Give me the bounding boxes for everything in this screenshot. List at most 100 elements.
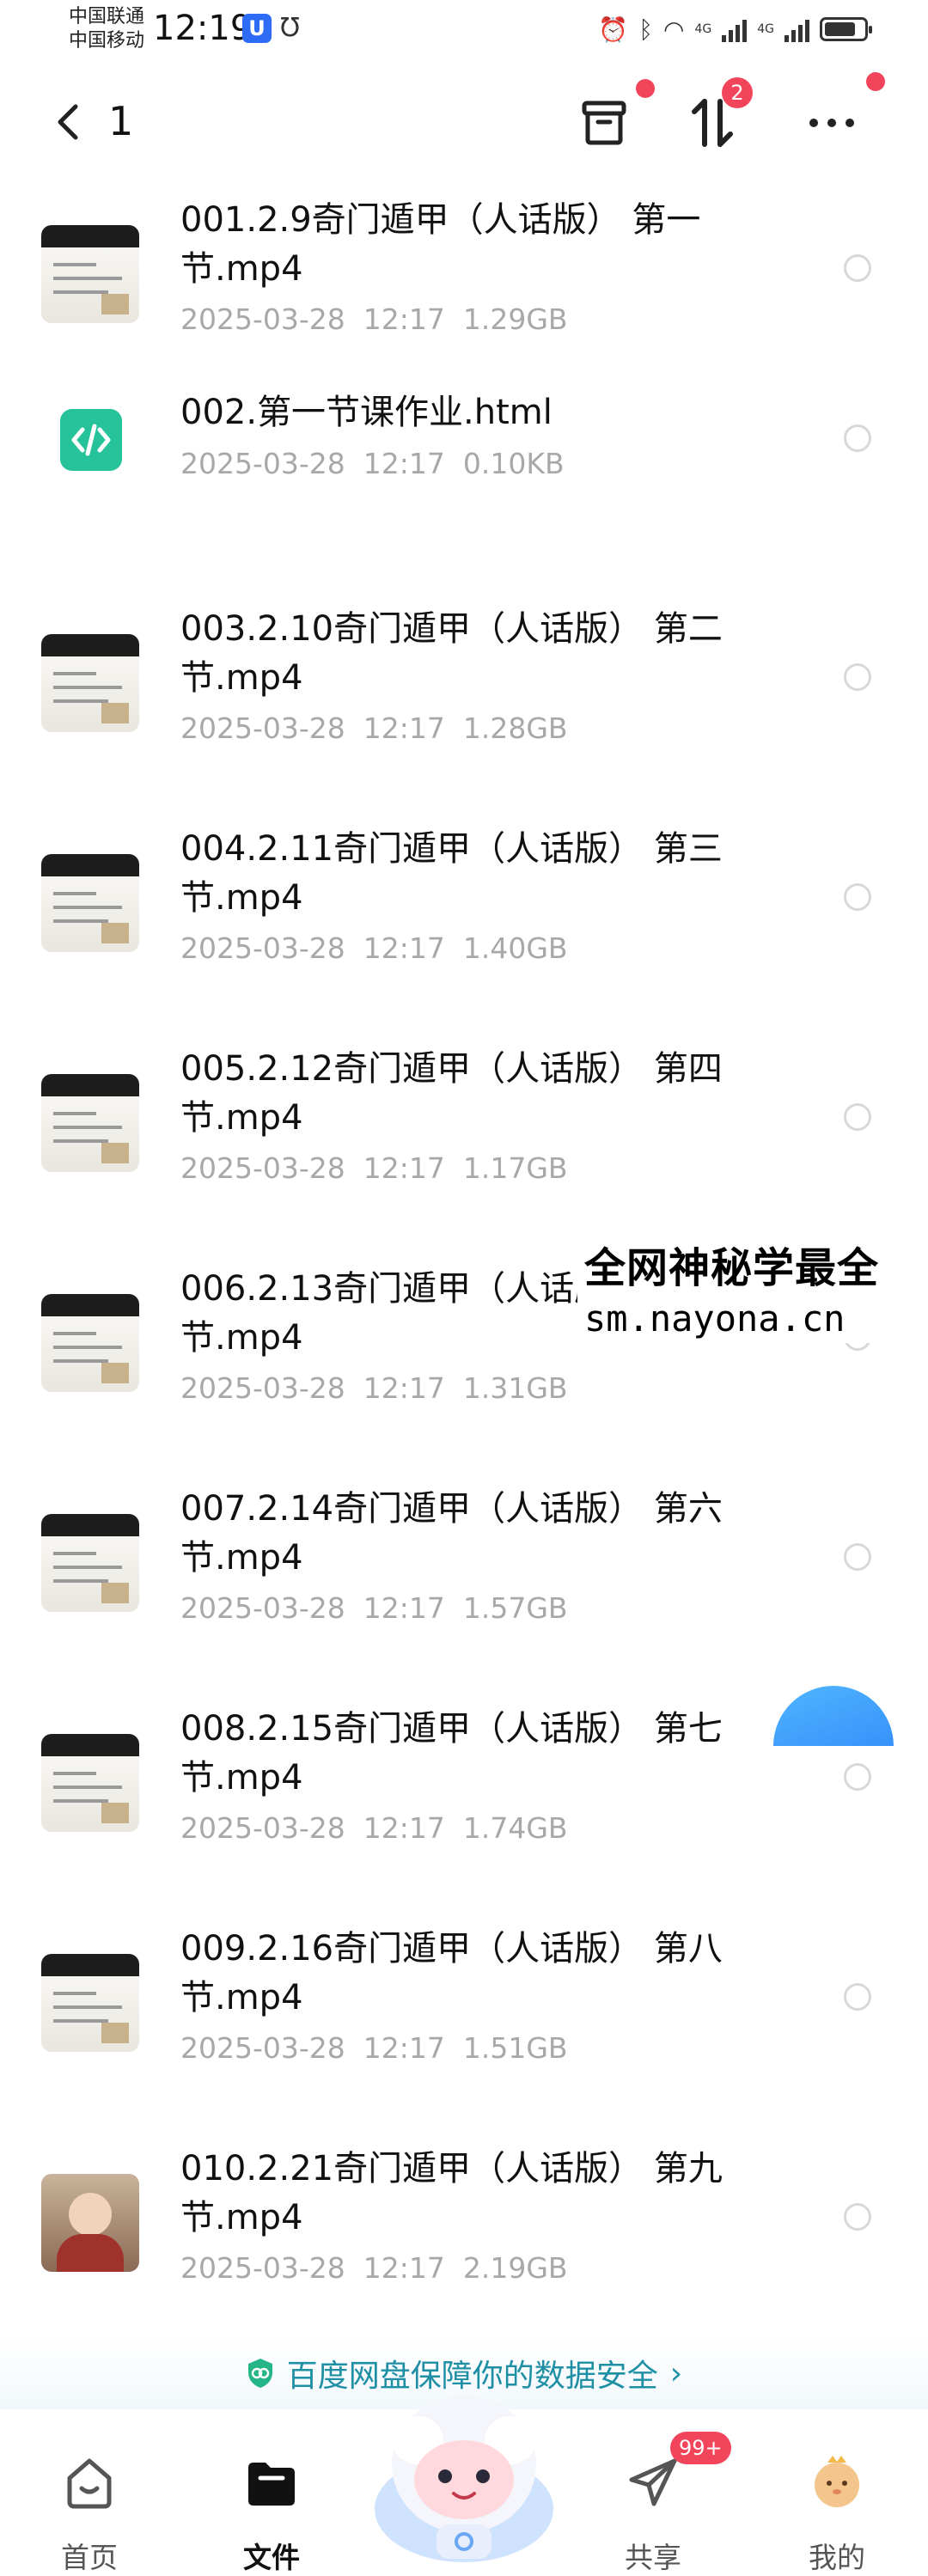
file-name: 009.2.16奇门遁甲（人话版） 第八节.mp4 [180,1929,723,2017]
file-size: 1.40GB [462,931,568,965]
select-radio[interactable] [844,2203,871,2231]
select-radio[interactable] [844,1763,871,1791]
avatar-icon [815,2456,859,2507]
assistant-mascot-button[interactable] [369,2380,559,2569]
archive-red-dot [636,79,655,98]
file-name: 003.2.10奇门遁甲（人话版） 第二节.mp4 [180,609,723,698]
video-thumbnail [41,1074,139,1172]
file-date: 2025-03-28 [180,2031,345,2065]
archive-box-icon[interactable] [576,95,632,151]
watermark-line-1: 全网神秘学最全 [584,1244,880,1292]
video-thumbnail [41,1294,139,1392]
carrier-2: 中国移动 [69,30,145,52]
file-meta: 2025-03-28 12:17 1.31GB [180,1371,568,1405]
notification-app-icon: U [242,14,272,43]
file-time: 12:17 [363,1811,445,1845]
file-date: 2025-03-28 [180,711,345,745]
status-indicators: ⏰ ᛒ ◠ 4G 4G [598,12,872,46]
tab-files[interactable]: 文件 [211,2449,332,2574]
tab-home[interactable]: 首页 [29,2449,150,2574]
share-count-badge: 99+ [670,2432,731,2464]
file-name: 002.第一节课作业.html [180,393,553,432]
file-meta: 2025-03-28 12:17 1.74GB [180,1811,568,1845]
signal-icon [722,16,748,42]
file-name: 008.2.15奇门遁甲（人话版） 第七节.mp4 [180,1709,723,1798]
watermark-overlay: 全网神秘学最全 sm.nayona.cn [577,1230,928,1343]
file-meta: 2025-03-28 12:17 0.10KB [180,447,565,480]
file-size: 1.74GB [462,1811,568,1845]
file-date: 2025-03-28 [180,447,345,480]
add-fab-button[interactable] [773,1686,894,1746]
top-nav: 1 2 [0,72,928,172]
file-meta: 2025-03-28 12:17 1.51GB [180,2031,568,2065]
tab-home-label: 首页 [61,2541,118,2574]
file-size: 1.57GB [462,1591,568,1625]
file-date: 2025-03-28 [180,302,345,336]
file-date: 2025-03-28 [180,1811,345,1845]
carrier-1: 中国联通 [69,6,145,27]
file-meta: 2025-03-28 12:17 1.40GB [180,931,568,965]
add-fab-disc [773,1686,894,1746]
video-thumbnail [41,854,139,952]
file-row[interactable]: 007.2.14奇门遁甲（人话版） 第六节.mp4 2025-03-28 12:1… [0,1471,928,1677]
paper-plane-icon [629,2458,677,2506]
file-size: 1.17GB [462,1151,568,1185]
file-row[interactable]: 003.2.10奇门遁甲（人话版） 第二节.mp4 2025-03-28 12:1… [0,591,928,797]
tab-mine[interactable]: 我的 [777,2449,897,2574]
chevron-right-icon: › [669,2355,683,2391]
select-radio[interactable] [844,1103,871,1131]
file-row[interactable]: 005.2.12奇门遁甲（人话版） 第四节.mp4 2025-03-28 12:1… [0,1031,928,1237]
tab-share[interactable]: 共享 [593,2449,713,2574]
more-options-icon[interactable] [803,95,860,151]
file-row[interactable]: 004.2.11奇门遁甲（人话版） 第三节.mp4 2025-03-28 12:1… [0,811,928,1017]
folder-icon [248,2463,295,2506]
file-name: 010.2.21奇门遁甲（人话版） 第九节.mp4 [180,2149,723,2237]
file-time: 12:17 [363,302,445,336]
file-row[interactable]: 001.2.9奇门遁甲（人话版） 第一节.mp4 2025-03-28 12:17… [0,182,928,388]
bluetooth-icon: ᛒ [638,15,654,44]
select-radio[interactable] [844,663,871,691]
video-thumbnail [41,634,139,732]
status-bar: 中国联通 中国移动 12:19 U Ʊ ⏰ ᛒ ◠ 4G 4G [0,0,928,69]
tab-mine-label: 我的 [809,2541,865,2574]
file-meta: 2025-03-28 12:17 1.57GB [180,1591,568,1625]
select-radio[interactable] [844,883,871,911]
file-time: 12:17 [363,711,445,745]
file-date: 2025-03-28 [180,931,345,965]
select-radio[interactable] [844,254,871,282]
video-thumbnail [41,2174,139,2272]
file-time: 12:17 [363,1151,445,1185]
file-date: 2025-03-28 [180,1151,345,1185]
file-name: 001.2.9奇门遁甲（人话版） 第一节.mp4 [180,200,701,289]
file-date: 2025-03-28 [180,1591,345,1625]
file-meta: 2025-03-28 12:17 1.29GB [180,302,568,336]
file-meta: 2025-03-28 12:17 1.28GB [180,711,568,745]
file-row[interactable]: 010.2.21奇门遁甲（人话版） 第九节.mp4 2025-03-28 12:1… [0,2131,928,2337]
file-size: 1.31GB [462,1371,568,1405]
select-radio[interactable] [844,1983,871,2011]
select-radio[interactable] [844,424,871,452]
select-radio[interactable] [844,1543,871,1571]
file-time: 12:17 [363,931,445,965]
file-row[interactable]: 009.2.16奇门遁甲（人话版） 第八节.mp4 2025-03-28 12:1… [0,1911,928,2117]
video-thumbnail [41,1954,139,2052]
wifi-icon: ◠ [663,15,685,44]
file-time: 12:17 [363,1591,445,1625]
file-size: 0.10KB [462,447,565,480]
folder-title: 1 [108,98,134,144]
file-row[interactable]: 002.第一节课作业.html 2025-03-28 12:17 0.10KB [0,375,928,581]
file-name: 007.2.14奇门遁甲（人话版） 第六节.mp4 [180,1489,723,1578]
file-date: 2025-03-28 [180,2251,345,2285]
video-thumbnail [41,225,139,323]
status-clock: 12:19 [153,9,253,48]
more-red-dot [866,72,885,91]
transfer-count-badge: 2 [722,77,753,108]
file-date: 2025-03-28 [180,1371,345,1405]
carrier-labels: 中国联通 中国移动 [69,5,144,53]
signal-icon-2 [785,16,809,42]
shield-icon [247,2359,272,2388]
battery-icon [820,17,872,41]
back-arrow-icon[interactable] [43,96,95,148]
file-size: 1.51GB [462,2031,568,2065]
network-label-2: 4G [757,22,774,36]
